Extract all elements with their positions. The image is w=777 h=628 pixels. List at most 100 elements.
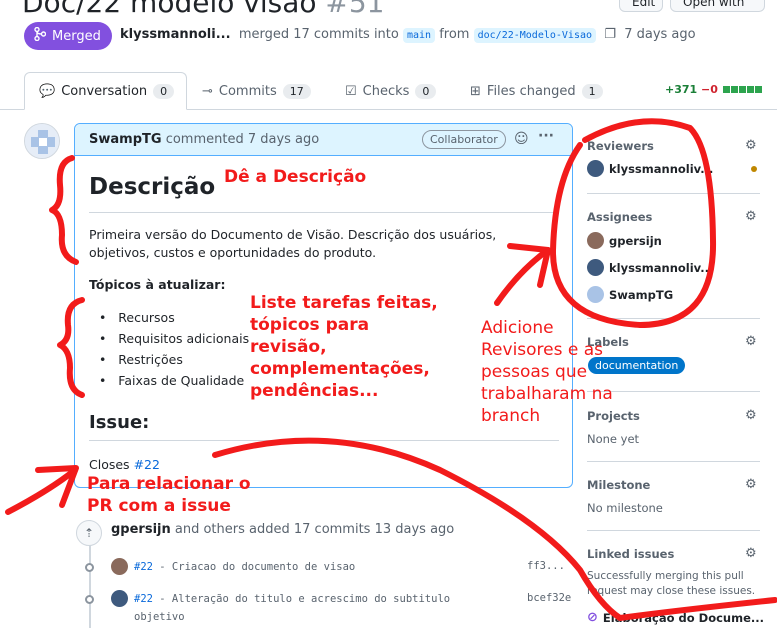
diff-deletions: −0 [701,83,718,96]
commit-message[interactable]: #22 - Criacao do documento de visao [134,558,355,576]
reviewer-item[interactable]: klyssmannoliv... [587,160,713,177]
assignees-heading[interactable]: Assignees [587,210,652,224]
issue-link[interactable]: #22 [134,457,160,472]
tab-files-changed[interactable]: ⊞ Files changed 1 [470,72,603,110]
gear-icon[interactable]: ⚙ [745,477,757,492]
gear-icon[interactable]: ⚙ [745,408,757,423]
head-branch[interactable]: doc/22-Modelo-Visao [473,28,597,43]
open-with-button[interactable]: Open with [670,0,765,12]
copy-icon[interactable]: ❐ [604,27,616,42]
gear-icon[interactable]: ⚙ [745,334,757,349]
description-heading: Descrição [89,174,216,200]
milestone-heading[interactable]: Milestone [587,478,650,492]
pr-tabs: 💬 Conversation 0 ⊸ Commits 17 ☑ Checks 0… [0,72,777,110]
commits-event-icon: ⇡ [76,520,102,546]
sidebar-divider [587,318,760,319]
assignee-item[interactable]: klyssmannoliv... [587,259,713,276]
from-text: from [439,27,470,42]
tab-files-changed-label: Files changed [486,83,576,99]
assignee-item[interactable]: SwampTG [587,286,673,303]
commit-message-text: - Criacao do documento de visao [152,561,356,573]
diffstat: +371 −0 [665,83,762,96]
commit-sha[interactable]: ff3... [527,560,565,572]
closes-line: Closes #22 [89,456,160,474]
emoji-reaction-icon[interactable]: ☺ [514,131,529,147]
diff-additions: +371 [665,83,698,96]
event-author[interactable]: gpersijn [111,522,171,537]
commit-issue-ref[interactable]: #22 [134,593,153,605]
avatar [587,160,604,177]
comment-author[interactable]: SwampTG [89,132,162,147]
annotation-tasks: Liste tarefas feitas, tópicos para revis… [250,293,438,401]
assignee-name: gpersijn [609,233,662,248]
tab-conversation[interactable]: 💬 Conversation 0 [24,72,187,110]
avatar[interactable] [111,558,128,575]
assignee-name: SwampTG [609,287,674,302]
pr-title: Doc/22 modelo visão #51 [22,0,385,19]
merged-text: merged 17 commits into [238,27,399,42]
issue-divider [89,440,559,441]
merge-time: 7 days ago [624,27,696,42]
commits-event-text: gpersijn and others added 17 commits 13 … [111,522,454,537]
diffstat-bars [722,83,762,96]
sidebar-divider [587,461,760,462]
reviewers-heading[interactable]: Reviewers [587,139,654,153]
more-options-icon[interactable]: ··· [538,128,554,144]
commit-sha[interactable]: bcef32e [527,592,571,604]
commit-icon: ⊸ [202,83,213,99]
gear-icon[interactable]: ⚙ [745,138,757,153]
tab-checks[interactable]: ☑ Checks 0 [345,72,437,110]
tab-conversation-label: Conversation [61,83,148,99]
tab-files-changed-count: 1 [581,83,603,99]
linked-issues-help: request may close these issues. [587,585,756,597]
base-branch[interactable]: main [402,28,436,43]
heading-divider [89,212,559,213]
commit-issue-ref[interactable]: #22 [134,561,153,573]
list-item: • Recursos [99,310,175,325]
comment-author-line: SwampTG commented 7 days ago [89,132,319,147]
closes-text: Closes [89,457,130,472]
annotation-description: Dê a Descrição [224,167,367,187]
tab-commits-count: 17 [282,83,311,99]
merge-author[interactable]: klyssmannoli... [120,27,231,42]
file-diff-icon: ⊞ [470,83,481,99]
issue-closed-icon: ⊘ [587,610,598,625]
avatar [587,232,604,249]
edit-button[interactable]: Edit [619,0,663,12]
tab-checks-count: 0 [415,83,437,99]
gear-icon[interactable]: ⚙ [745,546,757,561]
avatar[interactable] [111,590,128,607]
collaborator-badge: Collaborator [422,130,506,149]
issue-heading: Issue: [89,412,150,433]
sidebar-divider [587,193,760,194]
avatar[interactable] [24,123,60,159]
tab-commits-label: Commits [218,83,277,99]
list-item: • Restrições [99,352,183,367]
avatar [587,259,604,276]
sidebar-divider [587,391,760,392]
merged-status-label: Merged [52,28,101,44]
linked-issues-heading[interactable]: Linked issues [587,547,674,561]
assignee-name: klyssmannoliv... [609,260,714,275]
conversation-icon: 💬 [39,83,56,99]
annotation-reviewers: Adicione Revisores e as pessoas que trab… [481,318,613,426]
linked-issue-item[interactable]: ⊘ Elaboração do Docume... [587,610,764,625]
list-item: • Requisitos adicionais [99,331,250,346]
milestone-value: No milestone [587,501,663,515]
linked-issue-title: Elaboração do Docume... [602,610,764,625]
gear-icon[interactable]: ⚙ [745,209,757,224]
commit-dot-icon [85,595,94,604]
tab-commits[interactable]: ⊸ Commits 17 [202,72,311,110]
merge-icon [34,26,47,45]
reviewer-name: klyssmannoliv... [609,161,714,176]
commit-message[interactable]: #22 - Alteração do titulo e acrescimo do… [134,590,464,626]
assignee-item[interactable]: gpersijn [587,232,662,249]
avatar [587,286,604,303]
checklist-icon: ☑ [345,83,357,99]
tab-conversation-count: 0 [153,83,175,99]
list-item: • Faixas de Qualidade [99,373,245,388]
commit-message-text: - Alteração do titulo e acrescimo do sub… [152,593,451,605]
projects-value: None yet [587,432,640,446]
commit-message-text: objetivo [134,611,185,623]
merged-status-badge: Merged [24,22,112,50]
